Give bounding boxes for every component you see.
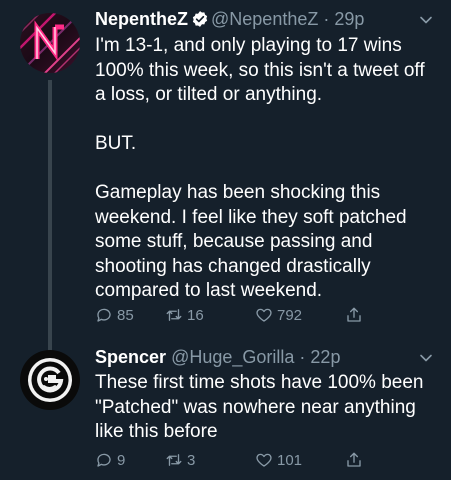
like-button[interactable]: 101 [255, 449, 302, 471]
nepenthez-logo-icon [20, 13, 80, 73]
separator-dot: · [323, 9, 330, 29]
retweet-count: 16 [187, 306, 204, 324]
user-handle[interactable]: @Huge_Gorilla [171, 347, 294, 367]
reply-count: 85 [117, 306, 134, 324]
like-count: 792 [277, 306, 303, 324]
like-count: 101 [277, 451, 303, 469]
thread-line [48, 80, 52, 365]
tweet-actions: 85 16 792 [95, 304, 395, 326]
gorilla-logo-icon [20, 350, 80, 410]
reply-button[interactable]: 9 [95, 449, 125, 471]
separator-dot: · [299, 347, 306, 367]
user-handle[interactable]: @NepentheZ [211, 9, 318, 29]
tweet-text: These first time shots have 100% been "P… [95, 372, 424, 442]
chevron-down-icon[interactable] [419, 13, 433, 27]
like-button[interactable]: 792 [255, 304, 302, 326]
retweet-button[interactable]: 3 [165, 449, 195, 471]
verified-badge-icon [192, 11, 208, 27]
retweet-icon [166, 309, 182, 321]
tweet-header: NepentheZ @NepentheZ · 29p [95, 7, 431, 31]
share-button[interactable] [345, 449, 367, 471]
reply-icon [97, 308, 111, 322]
tweet-text: I'm 13-1, and only playing to 17 wins 10… [95, 35, 425, 301]
avatar-spencer[interactable] [20, 350, 80, 410]
tweet-nepenthez[interactable]: NepentheZ @NepentheZ · 29p I'm 13-1, and… [0, 0, 451, 365]
reply-count: 9 [117, 451, 126, 469]
reply-icon [97, 453, 111, 467]
heart-icon [256, 308, 272, 322]
retweet-icon [166, 454, 182, 466]
tweet-spencer[interactable]: Spencer @Huge_Gorilla · 22p These first … [0, 345, 451, 480]
avatar-nepenthez[interactable] [20, 13, 80, 73]
display-name[interactable]: NepentheZ [95, 9, 188, 29]
retweet-count: 3 [187, 451, 196, 469]
chevron-down-icon[interactable] [419, 351, 433, 365]
tweet-timestamp[interactable]: 29p [334, 9, 364, 29]
tweet-header: Spencer @Huge_Gorilla · 22p [95, 345, 431, 369]
reply-button[interactable]: 85 [95, 304, 134, 326]
tweet-actions: 9 3 101 [95, 449, 395, 471]
share-icon [347, 307, 361, 322]
retweet-button[interactable]: 16 [165, 304, 204, 326]
tweet-timestamp[interactable]: 22p [310, 347, 340, 367]
share-button[interactable] [345, 304, 367, 326]
heart-icon [256, 453, 272, 467]
share-icon [347, 452, 361, 467]
display-name[interactable]: Spencer [95, 347, 166, 367]
